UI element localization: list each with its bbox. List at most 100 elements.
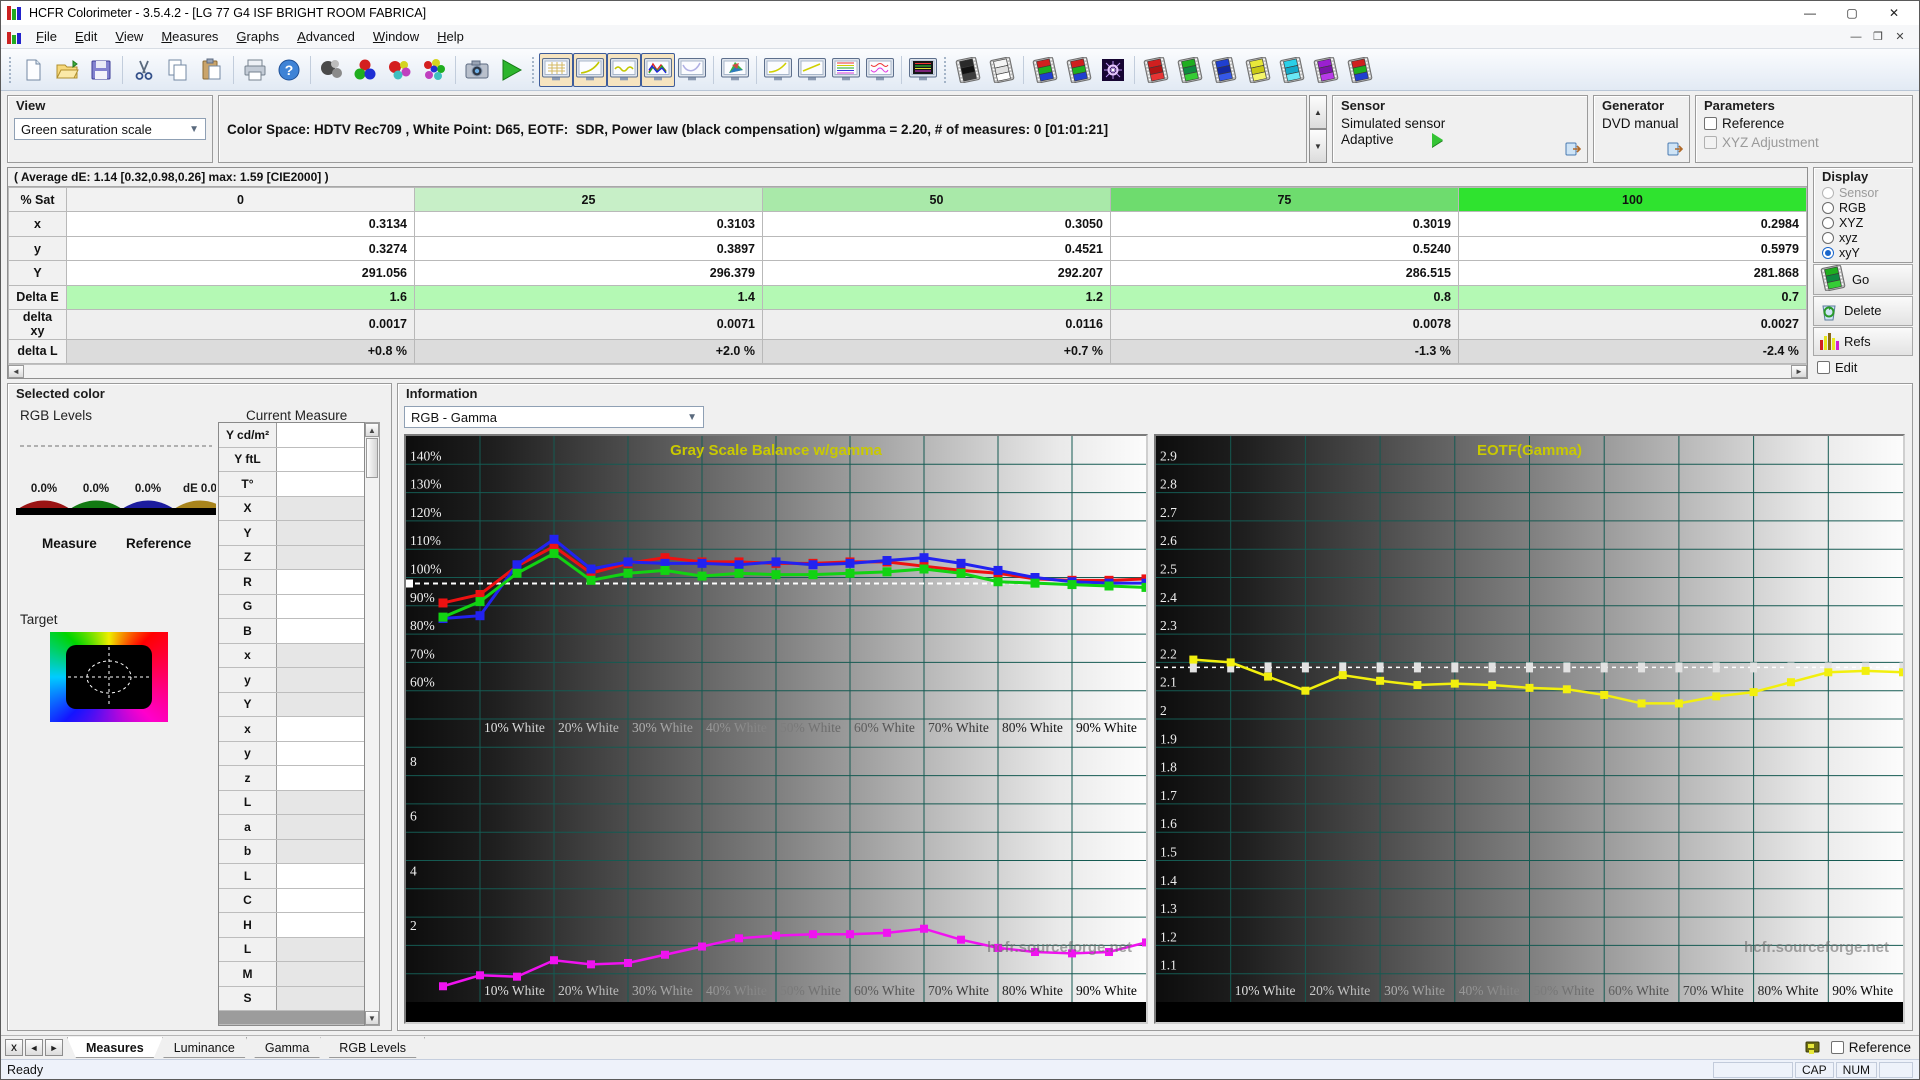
snapshot-button[interactable]: [460, 53, 494, 87]
scrollbar-thumb[interactable]: [366, 438, 378, 478]
refs-button[interactable]: Refs: [1813, 327, 1913, 357]
radio-icon[interactable]: [1822, 217, 1834, 229]
view-nearblack-chart-button[interactable]: [761, 53, 795, 87]
menu-measures[interactable]: Measures: [152, 26, 227, 47]
generator-config-icon[interactable]: [1667, 141, 1683, 159]
view-gamma-chart-button[interactable]: [573, 53, 607, 87]
display-radio-RGB[interactable]: RGB: [1814, 200, 1912, 215]
column-header-50[interactable]: 50: [762, 188, 1110, 212]
tab-prev-icon[interactable]: ◄: [25, 1039, 43, 1056]
tab-next-icon[interactable]: ►: [45, 1039, 63, 1056]
film-red-button[interactable]: [1139, 53, 1173, 87]
table-cell[interactable]: -2.4 %: [1458, 339, 1806, 363]
table-cell[interactable]: 0.0071: [414, 310, 762, 340]
column-header-25[interactable]: 25: [414, 188, 762, 212]
table-cell[interactable]: 0.3019: [1110, 212, 1458, 236]
radio-icon[interactable]: [1822, 202, 1834, 214]
table-cell[interactable]: +2.0 %: [414, 339, 762, 363]
menu-window[interactable]: Window: [364, 26, 428, 47]
save-file-button[interactable]: [84, 53, 118, 87]
display-radio-xyz[interactable]: xyz: [1814, 230, 1912, 245]
tab-luminance[interactable]: Luminance: [155, 1037, 254, 1058]
view-luminance-chart-button[interactable]: [675, 53, 709, 87]
sensor-config-icon[interactable]: [1565, 141, 1581, 159]
edit-checkbox[interactable]: [1817, 361, 1830, 374]
table-cell[interactable]: 0.3274: [67, 236, 415, 260]
print-button[interactable]: [238, 53, 272, 87]
film-blue-button[interactable]: [1207, 53, 1241, 87]
current-measure-scrollbar[interactable]: ▲ ▼: [365, 422, 380, 1026]
menu-graphs[interactable]: Graphs: [227, 26, 288, 47]
primaries-measures-button[interactable]: [349, 53, 383, 87]
film-white-button[interactable]: [985, 53, 1019, 87]
menu-file[interactable]: File: [27, 26, 66, 47]
film-green-button[interactable]: [1173, 53, 1207, 87]
run-measures-button[interactable]: [494, 53, 528, 87]
delete-button[interactable]: Delete: [1813, 296, 1913, 326]
secondaries-measures-button[interactable]: [417, 53, 451, 87]
free-measures-button[interactable]: [315, 53, 349, 87]
table-cell[interactable]: 0.0017: [67, 310, 415, 340]
view-measures-chart-button[interactable]: [906, 53, 940, 87]
film-magenta-button[interactable]: [1309, 53, 1343, 87]
close-icon[interactable]: ✕: [1873, 2, 1915, 24]
film-rgb-3-button[interactable]: [1343, 53, 1377, 87]
minimize-icon[interactable]: —: [1789, 2, 1831, 24]
saturations-measures-button[interactable]: [383, 53, 417, 87]
view-tracking-chart-button[interactable]: [641, 53, 675, 87]
open-file-button[interactable]: [50, 53, 84, 87]
reference-checkbox-row[interactable]: Reference: [1696, 114, 1912, 133]
film-yellow-button[interactable]: [1241, 53, 1275, 87]
table-cell[interactable]: 0.0027: [1458, 310, 1806, 340]
table-cell[interactable]: 0.8: [1110, 285, 1458, 309]
radio-icon[interactable]: [1822, 232, 1834, 244]
paste-button[interactable]: [195, 53, 229, 87]
maximize-icon[interactable]: ▢: [1831, 2, 1873, 24]
scroll-down-icon[interactable]: ▼: [365, 1011, 379, 1025]
tab-measures[interactable]: Measures: [67, 1037, 163, 1058]
mdi-minimize-icon[interactable]: —: [1845, 28, 1867, 46]
view-nearwhite-chart-button[interactable]: [795, 53, 829, 87]
edit-checkbox-row[interactable]: Edit: [1813, 356, 1913, 379]
column-header-100[interactable]: 100: [1458, 188, 1806, 212]
table-cell[interactable]: 0.0116: [762, 310, 1110, 340]
film-cyan-button[interactable]: [1275, 53, 1309, 87]
cut-button[interactable]: [127, 53, 161, 87]
tab-close-button[interactable]: X: [5, 1039, 23, 1056]
table-cell[interactable]: +0.7 %: [762, 339, 1110, 363]
film-starburst-button[interactable]: [1096, 53, 1130, 87]
menu-view[interactable]: View: [106, 26, 152, 47]
column-header-0[interactable]: 0: [67, 188, 415, 212]
sensor-run-icon[interactable]: [1432, 133, 1443, 147]
table-cell[interactable]: +0.8 %: [67, 339, 415, 363]
film-rgb-1-button[interactable]: [1028, 53, 1062, 87]
new-file-button[interactable]: [16, 53, 50, 87]
table-cell[interactable]: 0.5240: [1110, 236, 1458, 260]
table-cell[interactable]: 0.3103: [414, 212, 762, 236]
view-colortemp-chart-button[interactable]: [829, 53, 863, 87]
table-cell[interactable]: 291.056: [67, 261, 415, 285]
copy-button[interactable]: [161, 53, 195, 87]
mdi-close-icon[interactable]: ✕: [1889, 28, 1911, 46]
view-data-grid-button[interactable]: [539, 53, 573, 87]
table-cell[interactable]: 0.7: [1458, 285, 1806, 309]
reference-toggle-row[interactable]: Reference: [1831, 1040, 1911, 1055]
view-selector[interactable]: Green saturation scale ▼: [14, 118, 206, 140]
table-cell[interactable]: 286.515: [1110, 261, 1458, 285]
table-cell[interactable]: 0.3050: [762, 212, 1110, 236]
table-cell[interactable]: 1.2: [762, 285, 1110, 309]
reference-checkbox[interactable]: [1704, 117, 1717, 130]
information-selector[interactable]: RGB - Gamma ▼: [404, 406, 704, 428]
view-rgb-chart-button[interactable]: [607, 53, 641, 87]
column-header-75[interactable]: 75: [1110, 188, 1458, 212]
reference-toggle-checkbox[interactable]: [1831, 1041, 1844, 1054]
display-radio-xyY[interactable]: xyY: [1814, 245, 1912, 260]
table-cell[interactable]: 292.207: [762, 261, 1110, 285]
table-cell[interactable]: 1.6: [67, 285, 415, 309]
film-black-button[interactable]: [951, 53, 985, 87]
film-rgb-2-button[interactable]: [1062, 53, 1096, 87]
table-horizontal-scrollbar[interactable]: ◄ ►: [8, 364, 1807, 378]
go-button[interactable]: Go: [1813, 264, 1913, 295]
table-cell[interactable]: 0.5979: [1458, 236, 1806, 260]
spinner-up-icon[interactable]: ▲: [1309, 95, 1327, 129]
